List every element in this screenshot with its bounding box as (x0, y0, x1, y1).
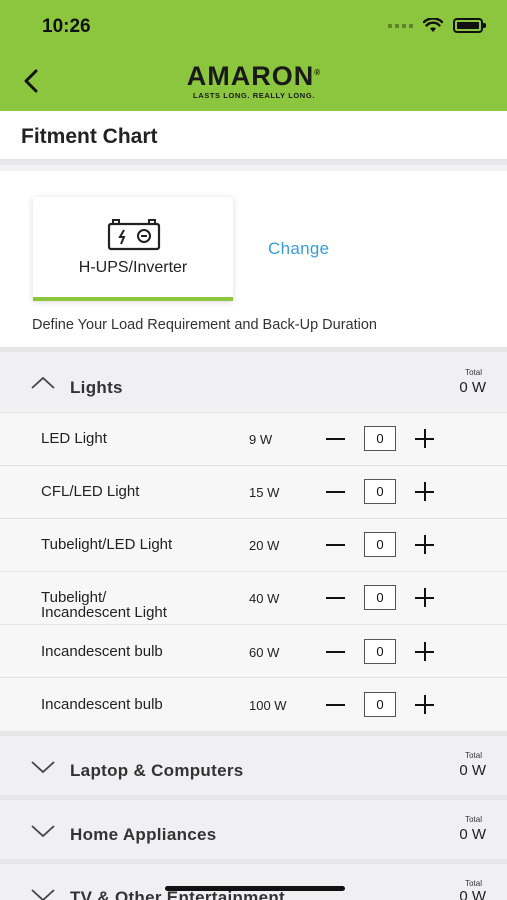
decrement-button[interactable] (325, 534, 347, 556)
increment-button[interactable] (414, 534, 436, 556)
load-name: LED Light (41, 430, 107, 447)
chevron-left-icon (24, 69, 38, 93)
product-label: H-UPS/Inverter (78, 259, 188, 276)
app-header: 10:26 AMARON® LASTS LONG. REALLY LONG. (0, 0, 507, 111)
back-button[interactable] (16, 64, 46, 98)
load-row: CFL/LED Light 15 W 0 (0, 465, 507, 518)
load-row: Incandescent bulb 60 W 0 (0, 624, 507, 677)
total-caption: Total (465, 368, 482, 377)
amaron-logo: AMARON® LASTS LONG. REALLY LONG. (174, 58, 334, 100)
decrement-button[interactable] (325, 694, 347, 716)
load-name: Incandescent bulb (41, 643, 163, 660)
battery-inverter-icon (107, 219, 161, 251)
chevron-down-icon (31, 889, 55, 900)
category-label: Laptop & Computers (70, 761, 244, 780)
increment-button[interactable] (414, 428, 436, 450)
quantity-field[interactable]: 0 (364, 585, 396, 610)
load-watts: 100 W (249, 698, 287, 713)
battery-icon (453, 18, 486, 33)
category-total: 0 W (459, 826, 486, 843)
chevron-down-icon (31, 825, 55, 838)
product-section: H-UPS/Inverter Change Define Your Load R… (0, 171, 507, 347)
decrement-button[interactable] (325, 428, 347, 450)
home-indicator[interactable] (165, 886, 345, 891)
load-instructions: Define Your Load Requirement and Back-Up… (32, 317, 377, 333)
logo-tagline: LASTS LONG. REALLY LONG. (193, 91, 315, 100)
load-row: Incandescent bulb 100 W 0 (0, 677, 507, 730)
load-row: Tubelight/LED Light 20 W 0 (0, 518, 507, 571)
load-name: CFL/LED Light (41, 483, 140, 500)
title-bar: Fitment Chart (0, 111, 507, 165)
load-watts: 9 W (249, 432, 273, 447)
quantity-field[interactable]: 0 (364, 532, 396, 557)
load-name: Incandescent bulb (41, 696, 163, 713)
decrement-button[interactable] (325, 587, 347, 609)
load-name-continued: Incandescent Light (41, 604, 167, 621)
total-caption: Total (465, 751, 482, 760)
category-total: 0 W (459, 379, 486, 396)
decrement-button[interactable] (325, 641, 347, 663)
load-name: Tubelight/ (41, 589, 107, 606)
increment-button[interactable] (414, 641, 436, 663)
increment-button[interactable] (414, 694, 436, 716)
total-caption: Total (465, 879, 482, 888)
change-link[interactable]: Change (268, 239, 329, 259)
quantity-field[interactable]: 0 (364, 692, 396, 717)
product-card[interactable]: H-UPS/Inverter (33, 197, 233, 301)
category-label: Lights (70, 378, 123, 397)
logo-wordmark: AMARON® (186, 61, 322, 91)
load-watts: 15 W (249, 485, 280, 500)
wifi-icon (423, 18, 443, 32)
category-laptop-computers[interactable]: Laptop & Computers Total 0 W (0, 731, 507, 795)
quantity-field[interactable]: 0 (364, 426, 396, 451)
increment-button[interactable] (414, 587, 436, 609)
load-watts: 60 W (249, 645, 280, 660)
status-icons (388, 18, 486, 33)
category-tv-entertainment[interactable]: TV & Other Entertainment Total 0 W (0, 859, 507, 900)
chevron-down-icon (31, 761, 55, 774)
total-caption: Total (465, 815, 482, 824)
quantity-field[interactable]: 0 (364, 479, 396, 504)
load-watts: 20 W (249, 538, 280, 553)
category-lights[interactable]: Lights Total 0 W (0, 347, 507, 407)
status-time: 10:26 (42, 16, 91, 37)
page-title: Fitment Chart (21, 125, 158, 148)
load-watts: 40 W (249, 591, 280, 606)
cellular-signal-icon (388, 23, 413, 28)
quantity-field[interactable]: 0 (364, 639, 396, 664)
category-total: 0 W (459, 888, 486, 900)
category-label: Home Appliances (70, 825, 217, 844)
load-row: Tubelight/ Incandescent Light 40 W 0 (0, 571, 507, 624)
category-total: 0 W (459, 762, 486, 779)
chevron-up-icon (31, 376, 55, 389)
decrement-button[interactable] (325, 481, 347, 503)
load-row: LED Light 9 W 0 (0, 412, 507, 465)
load-name: Tubelight/LED Light (41, 536, 173, 553)
increment-button[interactable] (414, 481, 436, 503)
category-home-appliances[interactable]: Home Appliances Total 0 W (0, 795, 507, 859)
